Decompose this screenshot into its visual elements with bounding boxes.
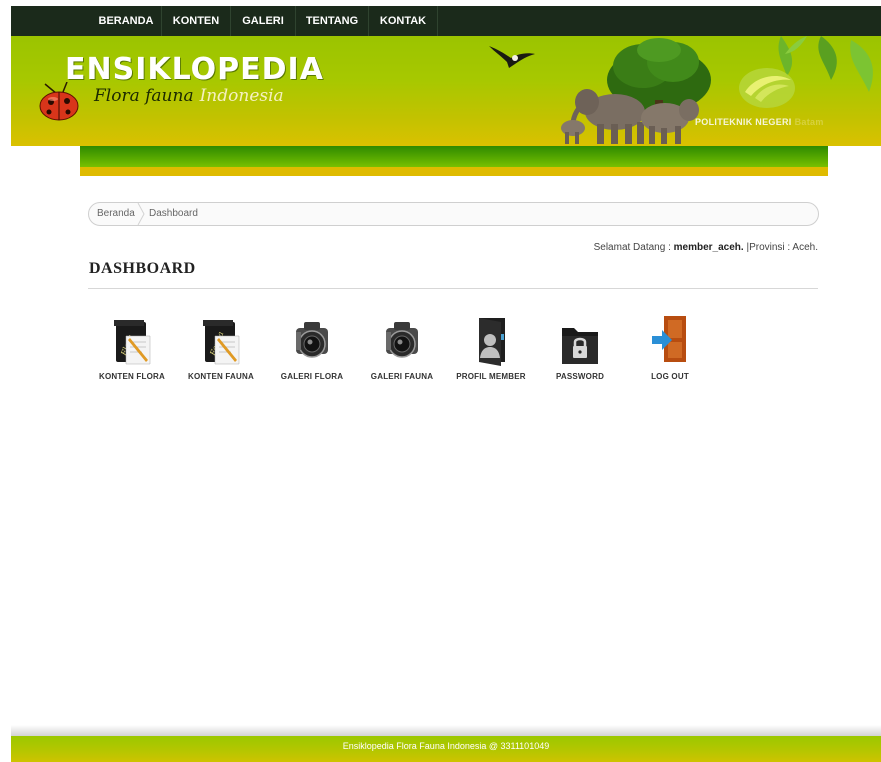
dashboard-konten-flora[interactable]: Flora KONTEN FLORA — [92, 314, 172, 386]
camera-icon — [386, 322, 418, 358]
dashboard-label: LOG OUT — [651, 372, 689, 381]
dashboard-label: PASSWORD — [555, 372, 605, 381]
dashboard-label: GALERI FAUNA — [370, 372, 434, 381]
welcome-username: member_aceh. — [673, 242, 744, 253]
dashboard-galeri-fauna[interactable]: GALERI FAUNA — [362, 314, 442, 386]
title-divider — [88, 288, 818, 289]
header-banner: ENSIKLOPEDIA Flora fauna Indonesia POLIT… — [11, 36, 881, 146]
dashboard-label: KONTEN FLORA — [99, 372, 165, 381]
nav-konten[interactable]: KONTEN — [162, 6, 231, 36]
footer-text: Ensiklopedia Flora Fauna Indonesia @ 331… — [342, 741, 550, 751]
profile-folder-icon — [479, 318, 505, 366]
dashboard-label: GALERI FLORA — [280, 372, 344, 381]
breadcrumb-current: Dashboard — [149, 208, 198, 219]
dashboard-profil-member[interactable]: PROFIL MEMBER — [451, 314, 531, 386]
nav-beranda[interactable]: BERANDA — [91, 6, 162, 36]
dashboard-konten-fauna[interactable]: Fauna KONTEN FAUNA — [181, 314, 261, 386]
dashboard-galeri-flora[interactable]: GALERI FLORA — [272, 314, 352, 386]
nav-tentang[interactable]: TENTANG — [296, 6, 369, 36]
welcome-province: |Provinsi : Aceh. — [746, 242, 818, 253]
breadcrumb-separator-icon — [137, 203, 145, 225]
banner-green-bar — [80, 146, 828, 167]
polytechnic-logo-icon — [739, 68, 795, 108]
nav-galeri[interactable]: GALERI — [231, 6, 296, 36]
page-title: DASHBOARD — [89, 260, 196, 277]
camera-icon — [296, 322, 328, 358]
subtitle-accent: Indonesia — [199, 86, 284, 106]
site-logo-title: ENSIKLOPEDIA — [65, 52, 324, 87]
welcome-prefix: Selamat Datang : — [593, 242, 671, 253]
ladybug-icon — [39, 82, 79, 121]
eagle-icon — [489, 46, 535, 68]
institution-name: POLITEKNIK NEGERI Batam — [695, 117, 824, 127]
welcome-message: Selamat Datang : member_aceh. |Provinsi … — [594, 242, 818, 253]
institution-faded-label: Batam — [794, 117, 824, 127]
subtitle-main: Flora fauna — [94, 86, 194, 106]
top-navigation: BERANDA KONTEN GALERI TENTANG KONTAK — [11, 6, 881, 36]
dashboard-label: PROFIL MEMBER — [456, 372, 526, 381]
dashboard-password[interactable]: PASSWORD — [540, 314, 620, 386]
dashboard-label: KONTEN FAUNA — [188, 372, 254, 381]
footer: Ensiklopedia Flora Fauna Indonesia @ 331… — [11, 736, 881, 762]
flora-notebook-icon: Flora — [114, 320, 151, 365]
fauna-notebook-icon: Fauna — [203, 320, 240, 365]
banner-gold-bar — [80, 167, 828, 176]
dashboard-log-out[interactable]: LOG OUT — [630, 314, 710, 386]
institution-label: POLITEKNIK NEGERI — [695, 117, 792, 127]
nav-kontak[interactable]: KONTAK — [369, 6, 438, 36]
breadcrumb-home[interactable]: Beranda — [97, 203, 135, 225]
lock-folder-icon — [562, 328, 598, 364]
logout-door-icon — [652, 316, 686, 362]
site-logo-subtitle: Flora fauna Indonesia — [94, 86, 284, 106]
elephants-icon — [561, 89, 699, 144]
breadcrumb: Beranda Dashboard — [88, 202, 819, 226]
